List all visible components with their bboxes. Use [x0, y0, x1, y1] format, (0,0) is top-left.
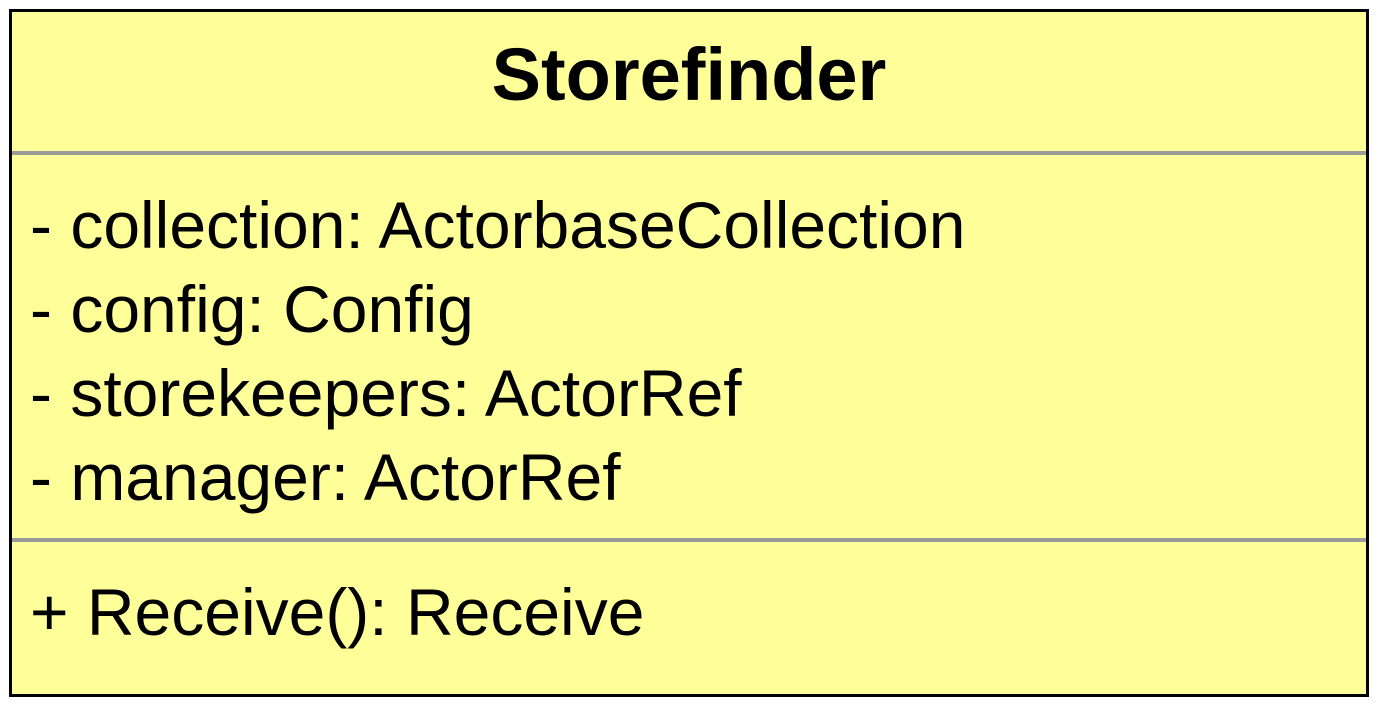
attribute-storekeepers: - storekeepers: ActorRef: [30, 356, 742, 430]
uml-class-box: Storefinder - collection: ActorbaseColle…: [9, 9, 1369, 697]
attribute-config: - config: Config: [30, 272, 474, 346]
attributes-compartment: - collection: ActorbaseCollection - conf…: [12, 155, 1366, 538]
attribute-collection: - collection: ActorbaseCollection: [30, 188, 966, 262]
operations-compartment: + Receive(): Receive: [12, 542, 1366, 654]
class-name-compartment: Storefinder: [12, 12, 1366, 151]
class-name: Storefinder: [491, 32, 887, 116]
operation-receive: + Receive(): Receive: [30, 575, 645, 649]
attribute-manager: - manager: ActorRef: [30, 440, 621, 514]
